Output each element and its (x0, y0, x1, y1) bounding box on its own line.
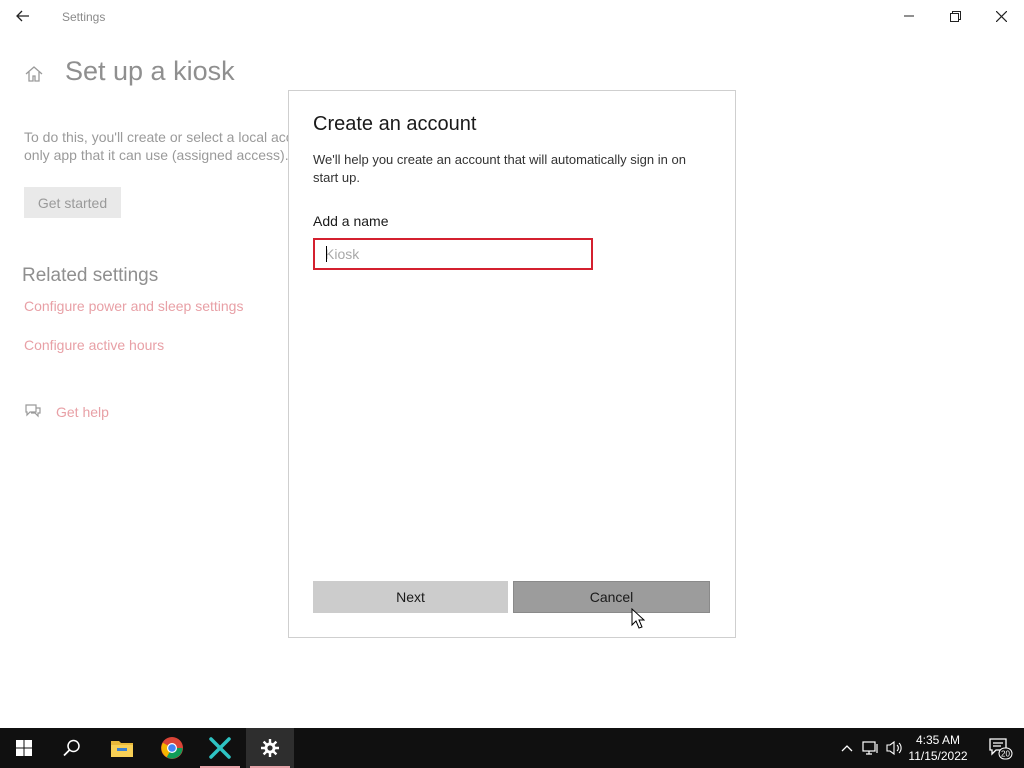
search-button[interactable] (48, 728, 96, 768)
page-description-line-1: To do this, you'll create or select a lo… (24, 129, 294, 145)
system-clock[interactable]: 4:35 AM 11/15/2022 (906, 732, 970, 764)
get-started-button[interactable]: Get started (24, 187, 121, 218)
chrome-button[interactable] (148, 728, 196, 768)
name-field-label: Add a name (313, 213, 389, 229)
network-icon (862, 741, 878, 755)
title-bar: Settings (0, 0, 1024, 32)
page-title: Set up a kiosk (65, 56, 235, 86)
page-description-line-2: only app that it can use (assigned acces… (24, 147, 289, 163)
active-hours-link[interactable]: Configure active hours (24, 337, 164, 353)
app-title: Settings (62, 10, 106, 24)
restore-icon (949, 10, 961, 22)
minimize-button[interactable] (886, 0, 932, 32)
notification-icon: 20 (989, 738, 1013, 760)
get-help-link[interactable]: Get help (56, 404, 109, 420)
show-hidden-icons-button[interactable] (836, 728, 858, 768)
start-button[interactable] (0, 728, 48, 768)
windows-start-icon (16, 740, 32, 756)
next-button[interactable]: Next (313, 581, 508, 613)
network-button[interactable] (860, 728, 882, 768)
minimize-icon (904, 15, 914, 17)
mouse-pointer-icon (631, 608, 645, 629)
notification-count: 20 (1001, 750, 1010, 759)
home-icon[interactable] (24, 64, 44, 84)
back-arrow-icon (16, 10, 29, 22)
restore-button[interactable] (932, 0, 978, 32)
chevron-up-icon (841, 745, 853, 752)
volume-button[interactable] (884, 728, 906, 768)
related-settings-heading: Related settings (22, 265, 159, 286)
get-help-icon (25, 404, 41, 418)
dialog-description: We'll help you create an account that wi… (313, 152, 686, 185)
close-icon (995, 10, 1007, 22)
page-description: To do this, you'll create or select a lo… (24, 128, 294, 168)
file-explorer-icon (111, 741, 133, 757)
search-icon (63, 739, 80, 757)
x-app-button[interactable] (196, 728, 244, 768)
volume-icon (886, 740, 902, 756)
dialog-title: Create an account (313, 113, 477, 135)
chrome-icon (161, 737, 183, 759)
clock-date: 11/15/2022 (908, 749, 968, 763)
power-sleep-settings-link[interactable]: Configure power and sleep settings (24, 298, 243, 314)
settings-taskbar-button[interactable] (246, 728, 294, 768)
close-button[interactable] (978, 0, 1024, 32)
account-name-input[interactable] (313, 238, 593, 270)
taskbar: 4:35 AM 11/15/2022 20 (0, 728, 1024, 768)
clock-time: 4:35 AM (915, 733, 961, 747)
text-caret (326, 246, 327, 262)
action-center-button[interactable]: 20 (980, 728, 1020, 768)
cancel-button[interactable]: Cancel (513, 581, 710, 613)
settings-gear-icon (261, 739, 279, 757)
file-explorer-button[interactable] (98, 728, 146, 768)
back-button[interactable] (10, 4, 36, 28)
create-account-dialog: Create an account We'll help you create … (288, 90, 736, 638)
x-app-icon (209, 737, 231, 759)
